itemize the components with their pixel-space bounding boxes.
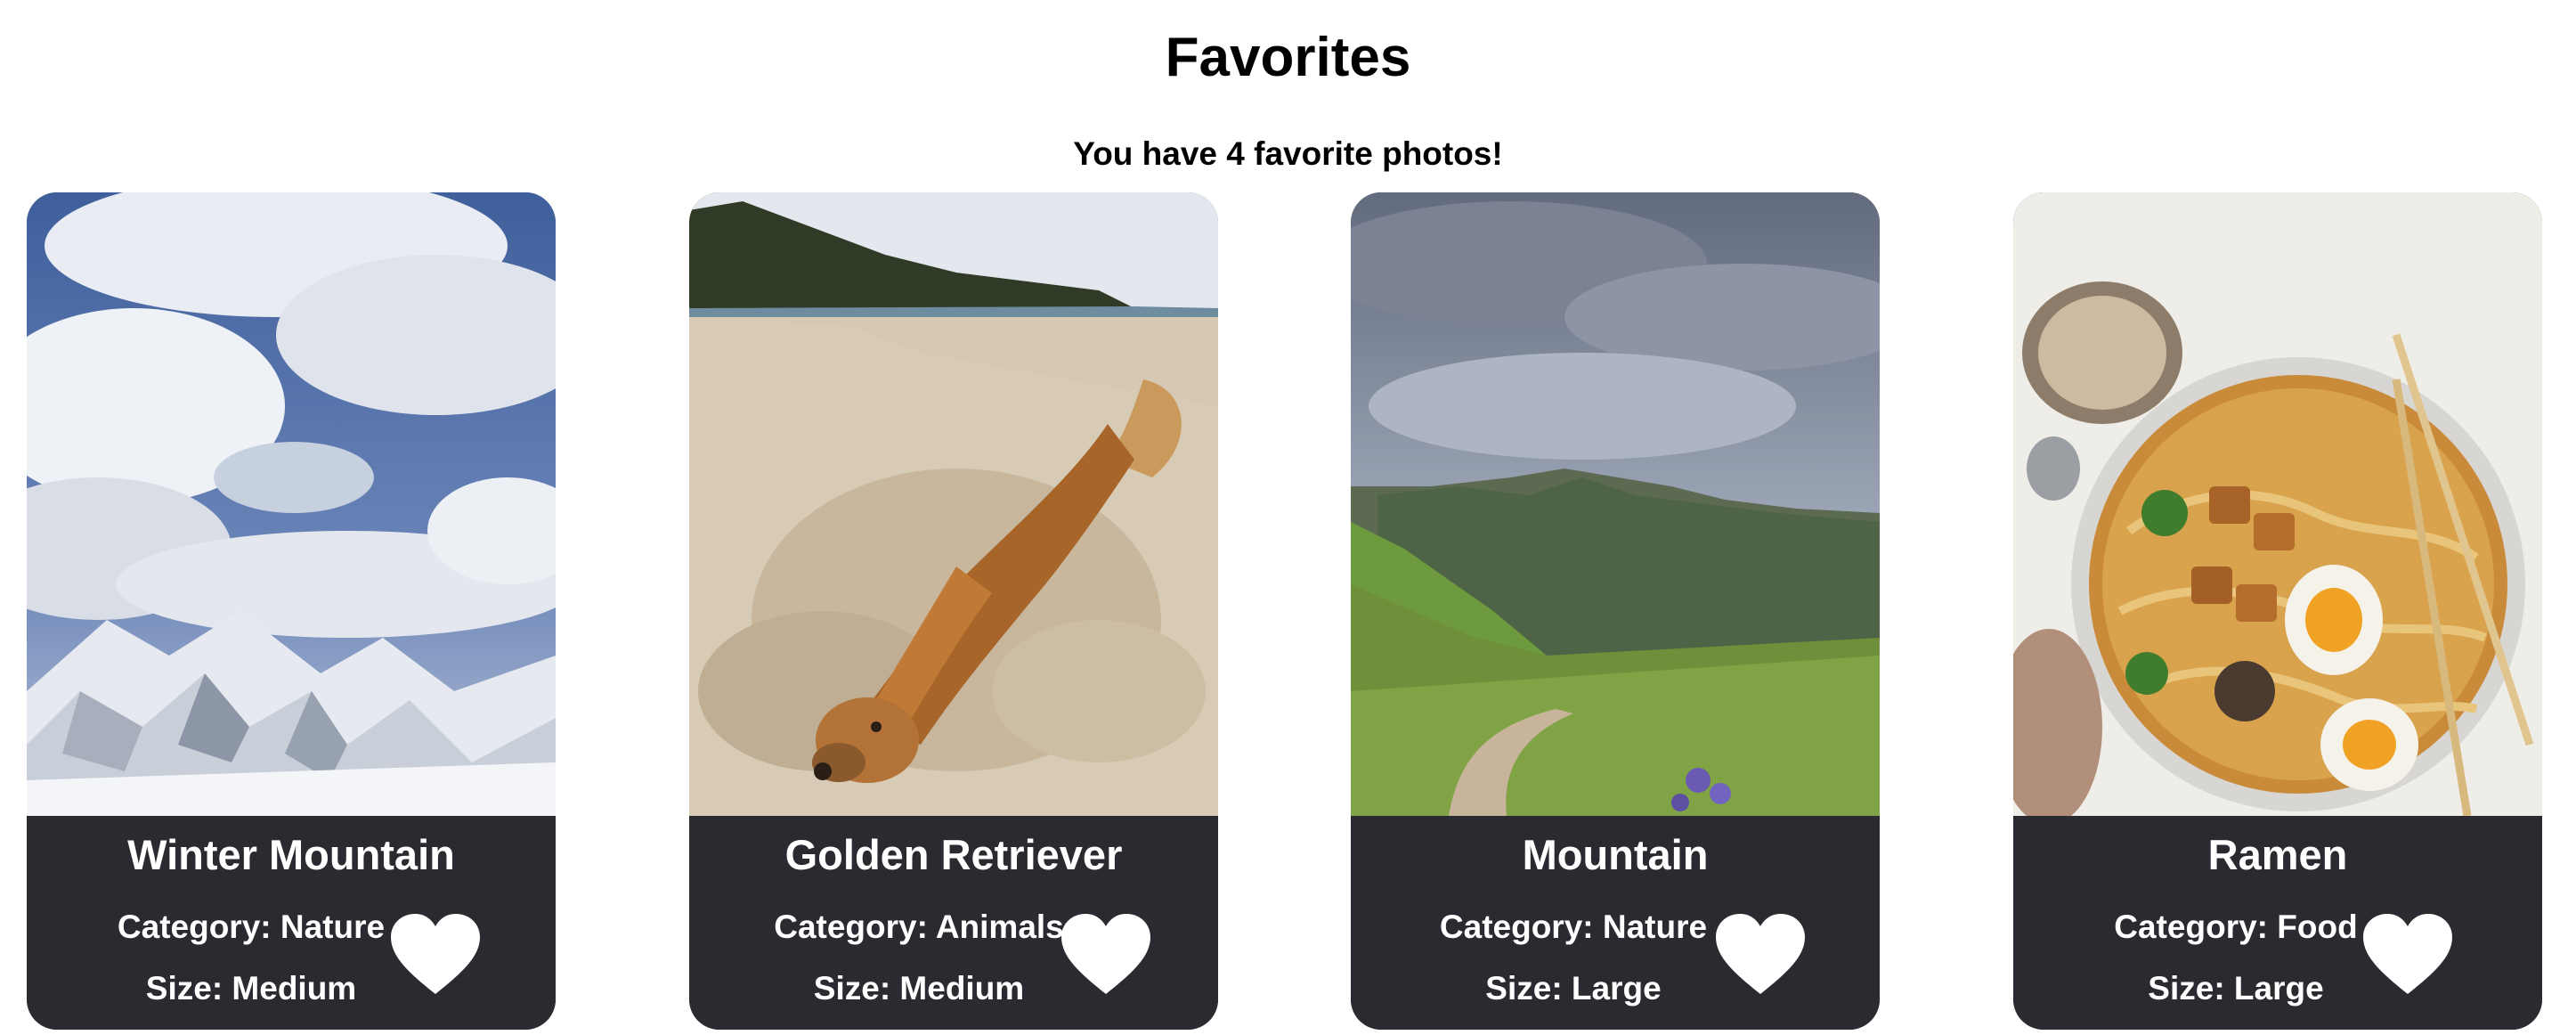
- favorite-button[interactable]: [1061, 914, 1150, 996]
- favorites-page: Favorites You have 4 favorite photos! Wi…: [0, 0, 2576, 1035]
- card-category: Category: Nature: [117, 909, 386, 945]
- card-size: Size: Large: [2148, 970, 2324, 1006]
- card-title: Winter Mountain: [127, 831, 455, 878]
- snowy-mountain-photo[interactable]: [27, 192, 556, 816]
- ramen-bowl-photo[interactable]: [2013, 192, 2542, 816]
- card-size: Size: Large: [1485, 970, 1662, 1006]
- favorite-button[interactable]: [2363, 914, 2452, 996]
- heart-icon: [391, 914, 480, 994]
- mountain-meadow-photo[interactable]: [1351, 192, 1880, 816]
- card-details: Golden Retriever Category: Animals Size:…: [689, 816, 1218, 1030]
- card-title: Mountain: [1522, 831, 1709, 878]
- photo-card[interactable]: Golden Retriever Category: Animals Size:…: [689, 192, 1218, 1030]
- card-title: Ramen: [2207, 831, 2348, 878]
- card-category: Category: Animals: [774, 909, 1064, 945]
- dog-on-beach-photo[interactable]: [689, 192, 1218, 816]
- heart-icon: [1061, 914, 1150, 994]
- card-title: Golden Retriever: [784, 831, 1123, 878]
- page-title: Favorites: [1165, 27, 1411, 88]
- heart-icon: [2363, 914, 2452, 994]
- photo-card[interactable]: Mountain Category: Nature Size: Large: [1351, 192, 1880, 1030]
- card-size: Size: Medium: [145, 970, 357, 1006]
- card-details: Ramen Category: Food Size: Large: [2013, 816, 2542, 1030]
- favorite-button[interactable]: [1716, 914, 1805, 996]
- photo-card[interactable]: Winter Mountain Category: Nature Size: M…: [27, 192, 556, 1030]
- favorites-count-text: You have 4 favorite photos!: [1073, 135, 1503, 172]
- favorites-grid: Winter Mountain Category: Nature Size: M…: [27, 192, 2550, 1030]
- card-category: Category: Nature: [1439, 909, 1708, 945]
- favorite-button[interactable]: [391, 914, 480, 996]
- card-details: Winter Mountain Category: Nature Size: M…: [27, 816, 556, 1030]
- card-details: Mountain Category: Nature Size: Large: [1351, 816, 1880, 1030]
- heart-icon: [1716, 914, 1805, 994]
- card-size: Size: Medium: [813, 970, 1025, 1006]
- card-category: Category: Food: [2114, 909, 2358, 945]
- photo-card[interactable]: Ramen Category: Food Size: Large: [2013, 192, 2542, 1030]
